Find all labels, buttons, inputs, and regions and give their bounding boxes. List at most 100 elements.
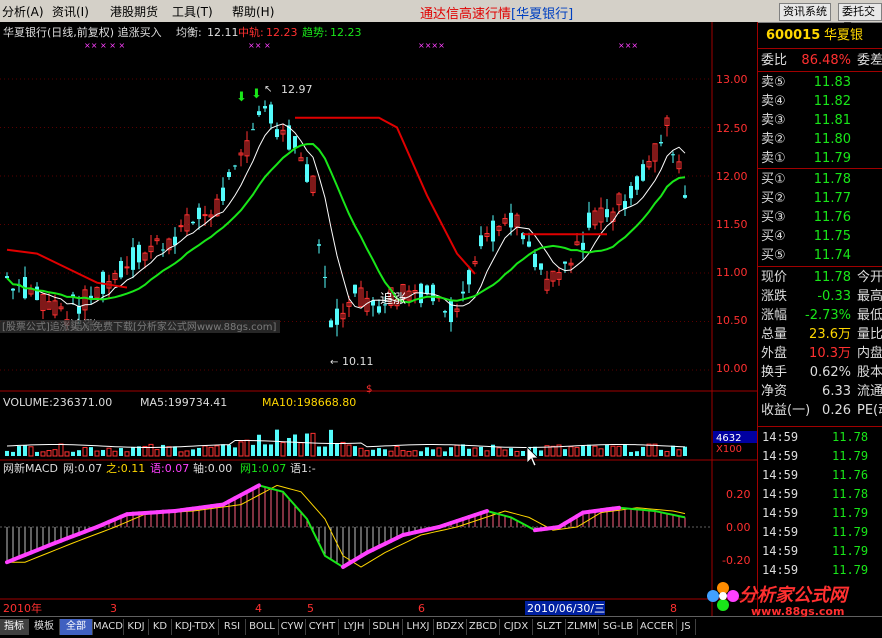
trade-button[interactable]: 委托交易 <box>838 3 882 21</box>
candle-body <box>659 142 663 143</box>
stat-row-value: 11.78 <box>814 268 851 287</box>
menu-hk-futures[interactable]: 港股期货 <box>110 3 158 20</box>
webi-label: 委比 <box>761 51 787 70</box>
watermark-text: [股票公式]追涨买入 免费下载[分析家公式网www.88gs.com] <box>2 320 276 333</box>
volume-bar <box>227 445 231 456</box>
candle-body <box>533 254 537 267</box>
signal-marks: ×× × <box>248 41 271 50</box>
date-tick: 3 <box>110 602 117 615</box>
kline-chart[interactable]: 华夏银行(日线,前复权) 追涨买入 均衡: 12.11 中轨: 12.23 趋势… <box>0 22 757 616</box>
volume-bar <box>89 447 93 456</box>
tab-zlmm[interactable]: ZLMM <box>566 619 599 635</box>
candle-body <box>605 209 609 217</box>
macd-tick: 0.20 <box>726 488 751 501</box>
volume-bar <box>623 444 627 456</box>
macd-value-d: 轴:0.00 <box>193 461 232 475</box>
volume-bar <box>521 451 525 456</box>
tab-lhxj[interactable]: LHXJ <box>403 619 434 635</box>
buy-row: 买④11.75 <box>758 227 882 246</box>
tab-bdzx[interactable]: BDZX <box>434 619 467 635</box>
date-tick: 5 <box>307 602 314 615</box>
volume-bar <box>539 450 543 456</box>
stat-row-label: 净资 <box>761 382 787 401</box>
volume-bar <box>449 447 453 456</box>
tab-cyht[interactable]: CYHT <box>306 619 339 635</box>
buy-row-label: 买⑤ <box>761 246 786 265</box>
tab-accer[interactable]: ACCER <box>638 619 677 635</box>
stat-row-label: 外盘 <box>761 344 787 363</box>
macd-rise-segment <box>253 485 259 488</box>
quote-panel: 600015 华夏银 委比 86.48% 委差 卖⑤11.83卖④11.82卖③… <box>757 22 882 616</box>
tick-time: 14:59 <box>762 466 798 485</box>
price-tick: 10.00 <box>716 362 748 375</box>
stat-row-label: 收益(一) <box>761 401 810 420</box>
tab-slzt[interactable]: SLZT <box>533 619 566 635</box>
volume-bar <box>419 451 423 456</box>
tab-cyw[interactable]: CYW <box>279 619 306 635</box>
chart-area[interactable]: 华夏银行(日线,前复权) 追涨买入 均衡: 12.11 中轨: 12.23 趋势… <box>0 22 757 616</box>
stat-row-extra: 流通 <box>857 382 882 401</box>
tab-kdj[interactable]: KDJ <box>124 619 149 635</box>
stat-row: 总量23.6万量比 <box>758 325 882 344</box>
tab-全部[interactable]: 全部 <box>60 619 93 635</box>
candle-body <box>443 311 447 313</box>
candle-body <box>587 213 591 228</box>
volume-bar <box>443 451 447 456</box>
stat-row: 现价11.78今开 <box>758 268 882 287</box>
tick-price: 11.78 <box>832 428 868 447</box>
volume-bar <box>233 447 237 456</box>
tab-sg-lb[interactable]: SG-LB <box>599 619 638 635</box>
high-arrow-icon: ↖ <box>264 84 272 95</box>
sell-row-label: 卖① <box>761 149 786 168</box>
menu-analysis[interactable]: 分析(A) <box>2 3 44 20</box>
stat-row-value: 6.33 <box>822 382 851 401</box>
candle-body <box>137 245 141 263</box>
tab-macd[interactable]: MACD <box>93 619 124 635</box>
volume-bar <box>17 446 21 456</box>
tick-price: 11.79 <box>832 542 868 561</box>
volume-scale: 4632 <box>716 433 741 444</box>
tab-zbcd[interactable]: ZBCD <box>467 619 500 635</box>
tab-模板[interactable]: 模板 <box>29 619 60 635</box>
buy-row-value: 11.77 <box>814 189 851 208</box>
tab-kdj-tdx[interactable]: KDJ-TDX <box>172 619 219 635</box>
candle-body <box>527 242 531 247</box>
stat-row: 外盘10.3万内盘 <box>758 344 882 363</box>
tab-boll[interactable]: BOLL <box>246 619 279 635</box>
trend-value: 12.23 <box>330 26 362 39</box>
volume-bar <box>635 451 639 456</box>
news-system-button[interactable]: 资讯系统 <box>779 3 831 21</box>
menu-tools[interactable]: 工具(T) <box>172 3 213 20</box>
volume-bar <box>629 452 633 456</box>
tick-price: 11.78 <box>832 485 868 504</box>
logo-url: www.88gs.com <box>751 605 844 618</box>
sell-row-value: 11.81 <box>814 111 851 130</box>
webi-value: 86.48% <box>801 51 851 70</box>
tab-cjdx[interactable]: CJDX <box>500 619 533 635</box>
candle-body <box>335 309 339 325</box>
tab-lyjh[interactable]: LYJH <box>339 619 370 635</box>
candle-body <box>491 221 495 242</box>
logo-text: 分析家公式网 <box>739 581 847 607</box>
tick-time: 14:59 <box>762 428 798 447</box>
stat-row-extra: 最高 <box>857 287 882 306</box>
macd-value-f: 语1:- <box>290 462 316 475</box>
dollar-icon: $ <box>366 384 372 395</box>
stat-row-value: 0.62% <box>810 363 851 382</box>
tab-js[interactable]: JS <box>677 619 696 635</box>
tab-指标[interactable]: 指标 <box>0 619 29 635</box>
tab-kd[interactable]: KD <box>149 619 172 635</box>
menu-help[interactable]: 帮助(H) <box>232 3 274 20</box>
volume-bar <box>659 450 663 456</box>
tab-rsi[interactable]: RSI <box>219 619 246 635</box>
tab-sdlh[interactable]: SDLH <box>370 619 403 635</box>
low-arrow-icon: ← <box>330 357 338 368</box>
stat-row: 涨幅-2.73%最低 <box>758 306 882 325</box>
volume-bar <box>287 438 291 456</box>
candle-body <box>221 188 225 201</box>
stat-row-extra: 内盘 <box>857 344 882 363</box>
cursor-date: 2010/06/30/三 <box>527 602 605 615</box>
volume-bar <box>377 448 381 456</box>
menu-news[interactable]: 资讯(I) <box>52 3 89 20</box>
macd-value-a: 网:0.07 <box>63 462 102 475</box>
